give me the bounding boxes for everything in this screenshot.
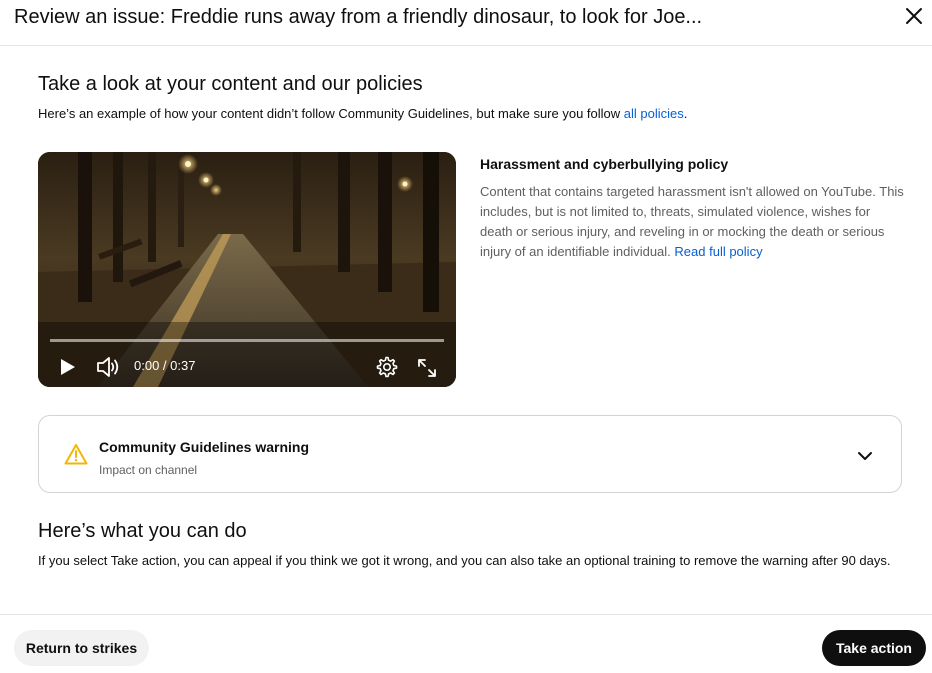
warning-subtitle: Impact on channel xyxy=(99,463,198,477)
video-thumbnail xyxy=(38,152,456,387)
read-full-policy-link[interactable]: Read full policy xyxy=(674,244,762,259)
actions-section-title: Here’s what you can do xyxy=(38,520,247,542)
fullscreen-button[interactable] xyxy=(415,356,439,380)
fullscreen-icon xyxy=(418,359,436,377)
all-policies-link[interactable]: all policies xyxy=(624,106,684,121)
footer-divider xyxy=(0,614,932,615)
description-end: . xyxy=(683,106,688,121)
actions-section-description: If you select Take action, you can appea… xyxy=(38,553,891,568)
community-guidelines-warning-card[interactable]: Community Guidelines warning Impact on c… xyxy=(38,415,902,493)
description-text: Here’s an example of how your content di… xyxy=(38,106,624,121)
play-button[interactable] xyxy=(54,354,80,380)
volume-icon xyxy=(97,357,119,377)
warning-title: Community Guidelines warning xyxy=(99,439,310,455)
close-icon xyxy=(906,8,922,24)
settings-button[interactable] xyxy=(374,354,400,380)
content-section-description: Here’s an example of how your content di… xyxy=(38,105,687,123)
settings-gear-icon xyxy=(376,356,398,378)
volume-button[interactable] xyxy=(94,353,122,381)
take-action-button[interactable]: Take action xyxy=(822,630,926,666)
warning-triangle-icon xyxy=(64,444,88,465)
video-player[interactable]: 0:00 / 0:37 xyxy=(38,152,456,387)
play-icon xyxy=(61,359,75,375)
dialog-title: Review an issue: Freddie runs away from … xyxy=(14,6,703,28)
return-to-strikes-button[interactable]: Return to strikes xyxy=(14,630,149,666)
policy-description: Content that contains targeted harassmen… xyxy=(480,182,905,262)
chevron-down-icon[interactable] xyxy=(855,446,875,466)
video-time: 0:00 / 0:37 xyxy=(134,358,196,373)
dialog-header: Review an issue: Freddie runs away from … xyxy=(0,0,932,46)
content-section-title: Take a look at your content and our poli… xyxy=(38,73,423,95)
close-button[interactable] xyxy=(900,2,928,30)
policy-title: Harassment and cyberbullying policy xyxy=(480,156,729,172)
video-progress-bar[interactable] xyxy=(50,339,444,342)
